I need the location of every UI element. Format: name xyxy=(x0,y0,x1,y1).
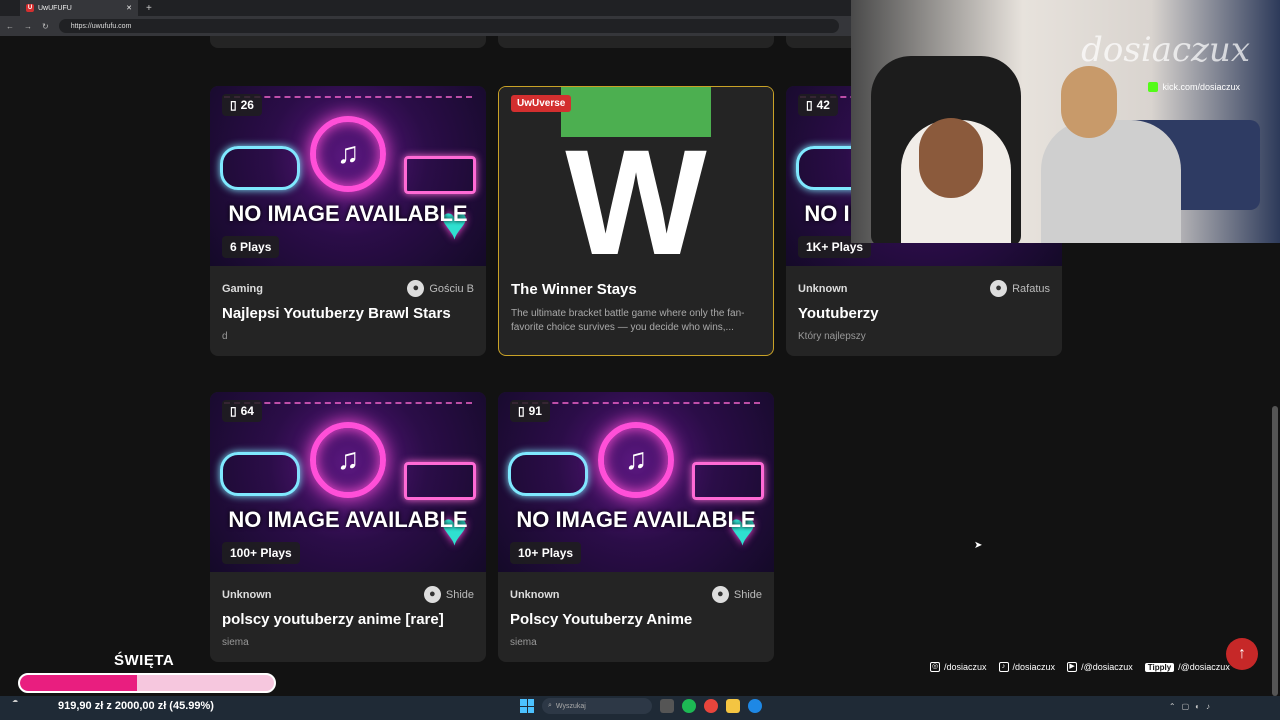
quiz-thumbnail: ♫ ♥ NO IMAGE AVAILABLE ▯ 91 10+ Plays xyxy=(498,392,774,572)
cards-icon: ▯ xyxy=(230,98,237,112)
taskbar-clock[interactable] xyxy=(1248,698,1250,706)
quiz-description: Który najlepszy xyxy=(798,331,866,342)
new-tab-icon[interactable]: + xyxy=(146,3,152,14)
goal-amount: 919,90 zł z 2000,00 zł (45.99%) xyxy=(58,700,214,712)
quiz-title: polscy youtuberzy anime [rare] xyxy=(222,611,444,628)
person-head-shape xyxy=(1061,66,1117,138)
mouse-cursor-icon: ➤ xyxy=(974,540,983,551)
goal-title: ŚWIĘTA xyxy=(114,652,175,669)
social-links: ◎/dosiaczux ♪/dosiaczux ▶/@dosiaczux Tip… xyxy=(930,662,1230,672)
logo-letter: W xyxy=(565,118,707,267)
task-view-icon[interactable] xyxy=(660,699,674,713)
folder-icon[interactable] xyxy=(726,699,740,713)
card-stub xyxy=(498,36,774,48)
music-note-icon: ♫ xyxy=(310,422,386,498)
url-text: https://uwufufu.com xyxy=(70,22,132,30)
webcam-overlay: dosiaczux kick.com/dosiaczux xyxy=(851,0,1280,243)
start-button-icon[interactable] xyxy=(520,699,534,713)
favicon-icon: U xyxy=(26,4,34,12)
person-shape xyxy=(1041,120,1181,243)
url-input[interactable]: https://uwufufu.com xyxy=(58,19,839,33)
scroll-to-top-button[interactable]: ↑ xyxy=(1226,638,1258,670)
quiz-thumbnail: ♫ ♥ NO IMAGE AVAILABLE ▯ 64 100+ Plays xyxy=(210,392,486,572)
quiz-card[interactable]: ♫ ♥ NO IMAGE AVAILABLE ▯ 26 6 Plays Gamin… xyxy=(210,86,486,356)
goal-progress-fill xyxy=(20,675,137,691)
category-label: Unknown xyxy=(798,282,848,295)
edge-icon[interactable] xyxy=(748,699,762,713)
author[interactable]: ● Gościu B xyxy=(407,280,474,297)
social-youtube: ▶/@dosiaczux xyxy=(1067,662,1133,672)
avatar-icon: ● xyxy=(990,280,1008,297)
category-label: Unknown xyxy=(222,588,272,601)
quiz-description: d xyxy=(222,331,228,342)
weather-widget[interactable]: ☁ xyxy=(12,698,18,705)
cards-icon: ▯ xyxy=(230,404,237,418)
brand-badge: UwUverse xyxy=(511,95,572,112)
avatar-icon: ● xyxy=(711,586,729,603)
back-icon[interactable]: ← xyxy=(6,22,14,31)
instagram-icon: ◎ xyxy=(930,662,940,672)
tiktok-icon: ♪ xyxy=(998,662,1009,672)
plays-badge: 6 Plays xyxy=(222,236,280,258)
item-count-badge: ▯ 42 xyxy=(798,94,838,116)
quiz-card[interactable]: ♫ ♥ NO IMAGE AVAILABLE ▯ 64 100+ Plays Un… xyxy=(210,392,486,662)
author[interactable]: ● Shide xyxy=(711,586,762,603)
quiz-description: The ultimate bracket battle game where o… xyxy=(511,308,745,333)
quiz-title: Polscy Youtuberzy Anime xyxy=(510,611,693,628)
quiz-title: Najlepsi Youtuberzy Brawl Stars xyxy=(222,305,451,322)
social-tiktok: ♪/dosiaczux xyxy=(998,662,1055,672)
featured-card[interactable]: W UwUverse The Winner Stays The ultimate… xyxy=(498,86,774,356)
spotify-icon[interactable] xyxy=(682,699,696,713)
quiz-card[interactable]: ♫ ♥ NO IMAGE AVAILABLE ▯ 91 10+ Plays Unk… xyxy=(498,392,774,662)
quiz-title: Youtuberzy xyxy=(798,305,879,322)
reload-icon[interactable]: ↻ xyxy=(42,22,49,31)
cards-icon: ▯ xyxy=(518,404,525,418)
author[interactable]: ● Rafatus xyxy=(990,280,1050,297)
goal-progress-bar xyxy=(18,673,276,693)
kick-label: kick.com/dosiaczux xyxy=(1148,82,1240,92)
streamer-logo: dosiaczux xyxy=(1081,30,1250,70)
quiz-thumbnail: ♫ ♥ NO IMAGE AVAILABLE ▯ 26 6 Plays xyxy=(210,86,486,266)
chrome-icon[interactable] xyxy=(704,699,718,713)
kick-icon xyxy=(1148,82,1159,92)
winner-stays-thumbnail: W UwUverse xyxy=(499,87,773,267)
music-note-icon: ♫ xyxy=(310,116,386,192)
no-image-text: NO IMAGE AVAILABLE xyxy=(228,507,468,532)
item-count-badge: ▯ 64 xyxy=(222,400,262,422)
no-image-text: NO IMAGE AVAILABLE xyxy=(228,201,468,226)
quiz-description: siema xyxy=(510,637,537,648)
author[interactable]: ● Shide xyxy=(423,586,474,603)
quiz-title: The Winner Stays xyxy=(511,281,637,298)
forward-icon[interactable]: → xyxy=(24,22,32,31)
avatar-icon: ● xyxy=(407,280,425,297)
card-stub xyxy=(210,36,486,48)
plays-badge: 100+ Plays xyxy=(222,542,300,564)
system-tray[interactable]: ⌃▢◐♪ xyxy=(1169,702,1216,711)
social-instagram: ◎/dosiaczux xyxy=(930,662,987,672)
cards-icon: ▯ xyxy=(806,98,813,112)
music-note-icon: ♫ xyxy=(598,422,674,498)
taskbar-search[interactable]: ⌕ Wyszukaj xyxy=(542,698,652,714)
category-label: Unknown xyxy=(510,588,560,601)
tab-title: UwUFUFU xyxy=(38,4,72,12)
tipply-icon: Tipply xyxy=(1144,662,1175,672)
page-scrollbar[interactable] xyxy=(1272,406,1278,696)
social-tipply: Tipply/@dosiaczux xyxy=(1144,662,1230,672)
close-icon[interactable]: ✕ xyxy=(126,4,132,12)
item-count-badge: ▯ 26 xyxy=(222,94,262,116)
search-icon: ⌕ xyxy=(548,702,552,709)
avatar-icon: ● xyxy=(423,586,441,603)
browser-tab[interactable]: U UwUFUFU ✕ xyxy=(20,0,138,16)
quiz-description: siema xyxy=(222,637,249,648)
category-label: Gaming xyxy=(222,282,263,295)
item-count-badge: ▯ 91 xyxy=(510,400,550,422)
taskbar-center: ⌕ Wyszukaj xyxy=(520,698,762,714)
person-head-shape xyxy=(919,118,983,198)
youtube-icon: ▶ xyxy=(1067,662,1078,672)
no-image-text: NO IMAGE AVAILABLE xyxy=(516,507,756,532)
plays-badge: 10+ Plays xyxy=(510,542,582,564)
